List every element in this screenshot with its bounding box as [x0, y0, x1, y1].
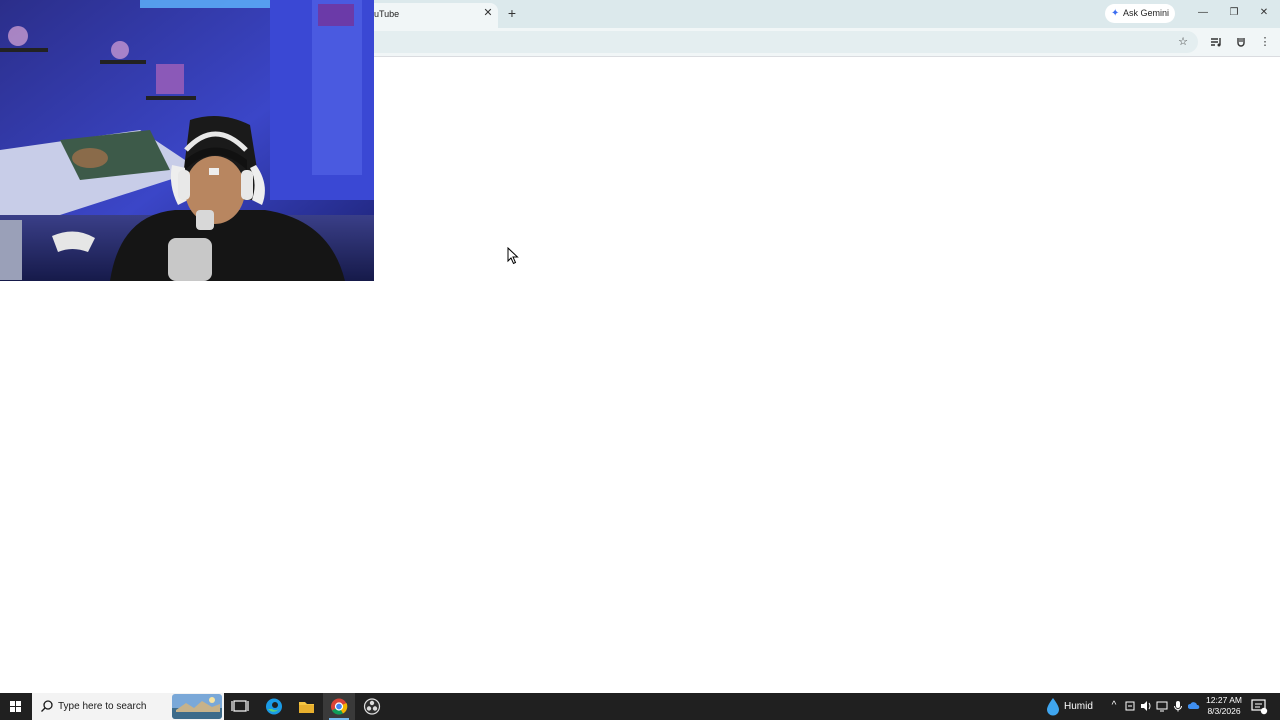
system-clock[interactable]: 12:27 AM 8/3/2026	[1202, 695, 1246, 719]
windows-logo-icon	[10, 701, 21, 712]
webcam-overlay	[0, 0, 374, 281]
more-vert-icon[interactable]: ⋮	[1258, 35, 1272, 49]
notification-icon[interactable]	[1250, 697, 1268, 715]
clock-date: 8/3/2026	[1207, 706, 1241, 716]
minimize-icon[interactable]: —	[1193, 5, 1213, 21]
clock-time: 12:27 AM	[1206, 695, 1242, 705]
task-view-icon[interactable]	[224, 693, 256, 720]
webcam-picture	[0, 0, 374, 281]
screen: uTube ✕ + ✦ Ask Gemini — ❐ ✕ ☆ ⋮ Type he…	[0, 0, 1280, 720]
restore-icon[interactable]: ❐	[1224, 5, 1244, 21]
tab-title: uTube	[374, 9, 400, 19]
weather-widget[interactable]: Humid	[1042, 693, 1102, 720]
chevron-up-icon[interactable]: ^	[1108, 700, 1120, 712]
star-icon[interactable]: ☆	[1176, 35, 1190, 49]
media-controls-icon[interactable]	[1209, 35, 1223, 49]
start-button[interactable]	[0, 693, 32, 720]
close-icon[interactable]: ✕	[1254, 5, 1274, 21]
ask-gemini-button[interactable]: ✦ Ask Gemini	[1105, 4, 1175, 23]
taskbar: Type here to search Humid ^ 12:27 AM 8/3…	[0, 693, 1280, 720]
network-icon[interactable]	[1156, 700, 1168, 712]
extension-icon[interactable]	[1234, 35, 1248, 49]
browser-tab-youtube[interactable]: uTube ✕	[362, 3, 498, 28]
onedrive-icon[interactable]	[1187, 700, 1200, 712]
address-bar[interactable]	[352, 31, 1198, 53]
volume-icon[interactable]	[1140, 700, 1152, 712]
cursor-icon	[507, 247, 519, 265]
tray-app-icon[interactable]	[1124, 700, 1136, 712]
close-icon[interactable]: ✕	[481, 6, 495, 20]
search-placeholder: Type here to search	[58, 701, 147, 712]
search-highlight-image[interactable]	[172, 694, 222, 719]
obs-icon[interactable]	[356, 693, 388, 720]
microphone-icon[interactable]	[1172, 700, 1184, 712]
water-drop-icon	[1047, 698, 1059, 716]
file-explorer-icon[interactable]	[290, 693, 322, 720]
gemini-sparkle-icon: ✦	[1111, 8, 1120, 19]
search-icon	[41, 700, 53, 712]
taskbar-search[interactable]: Type here to search	[32, 693, 224, 720]
weather-text: Humid	[1064, 701, 1093, 712]
ask-gemini-label: Ask Gemini	[1123, 8, 1170, 18]
plus-icon[interactable]: +	[504, 5, 520, 21]
edge-icon[interactable]	[258, 693, 290, 720]
chrome-icon[interactable]	[323, 693, 355, 720]
